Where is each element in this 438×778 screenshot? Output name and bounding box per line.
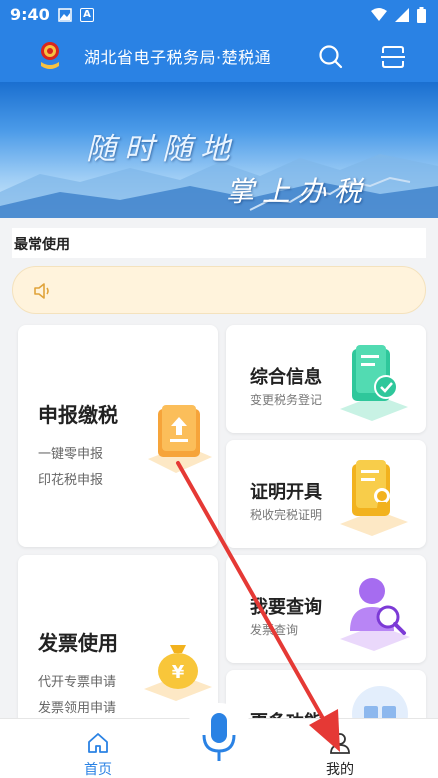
nav-home[interactable]: 首页 bbox=[72, 725, 124, 778]
card-invoice-item-2[interactable]: 发票领用申请 bbox=[38, 697, 116, 716]
card-declare-item-1[interactable]: 一键零申报 bbox=[38, 443, 103, 462]
scan-icon[interactable] bbox=[380, 44, 406, 70]
person-icon bbox=[330, 733, 350, 754]
card-query[interactable]: 我要查询 发票查询 bbox=[226, 555, 426, 663]
upload-folder-icon bbox=[148, 405, 212, 473]
card-declare-title: 申报缴税 bbox=[38, 403, 118, 427]
card-info-title: 综合信息 bbox=[250, 367, 322, 388]
user-search-icon bbox=[340, 578, 410, 651]
app-header: 湖北省电子税务局·楚税通 bbox=[0, 32, 438, 82]
banner-slogan-1: 随时随地 bbox=[86, 132, 238, 167]
card-general-info[interactable]: 综合信息 变更税务登记 bbox=[226, 325, 426, 433]
card-invoice-item-1[interactable]: 代开专票申请 bbox=[38, 671, 116, 690]
bottom-nav: 首页 我的 bbox=[0, 703, 438, 778]
money-bag-icon: ¥ bbox=[144, 645, 212, 701]
section-header: 最常使用 bbox=[12, 228, 426, 258]
nav-mine[interactable]: 我的 bbox=[314, 725, 366, 778]
microphone-icon bbox=[202, 713, 236, 761]
status-time: 9:40 bbox=[10, 5, 50, 24]
emblem-logo bbox=[41, 42, 59, 69]
font-a-icon: A bbox=[80, 8, 94, 22]
card-declare-tax[interactable]: 申报缴税 一键零申报 印花税申报 bbox=[18, 325, 218, 547]
card-certificate[interactable]: 证明开具 税收完税证明 bbox=[226, 440, 426, 548]
voice-button[interactable] bbox=[183, 703, 255, 775]
status-system-icons bbox=[371, 7, 426, 23]
card-declare-item-2[interactable]: 印花税申报 bbox=[38, 469, 103, 488]
card-info-subtitle[interactable]: 变更税务登记 bbox=[250, 391, 322, 408]
app-title: 湖北省电子税务局·楚税通 bbox=[84, 48, 272, 67]
image-icon bbox=[58, 8, 72, 22]
battery-icon bbox=[417, 7, 426, 23]
svg-text:¥: ¥ bbox=[172, 662, 185, 683]
nav-mine-label: 我的 bbox=[326, 762, 354, 778]
search-icon[interactable] bbox=[318, 44, 344, 70]
document-check-icon bbox=[340, 345, 408, 421]
status-bar: 9:40 A bbox=[0, 0, 438, 32]
card-invoice-title: 发票使用 bbox=[38, 631, 118, 655]
signal-icon bbox=[395, 8, 409, 22]
promo-banner[interactable]: 随时随地 掌上办税 bbox=[0, 82, 438, 218]
card-invoice[interactable]: 发票使用 代开专票申请 发票领用申请 ¥ bbox=[18, 555, 218, 725]
card-certificate-title: 证明开具 bbox=[250, 482, 322, 503]
wifi-icon bbox=[371, 8, 387, 21]
section-title: 最常使用 bbox=[14, 237, 70, 253]
banner-slogan-2: 掌上办税 bbox=[226, 175, 371, 208]
home-icon bbox=[88, 733, 108, 753]
certificate-icon bbox=[340, 460, 408, 536]
card-certificate-subtitle[interactable]: 税收完税证明 bbox=[250, 506, 322, 523]
card-query-subtitle[interactable]: 发票查询 bbox=[250, 621, 298, 638]
status-notification-icons: A bbox=[58, 8, 94, 22]
nav-home-label: 首页 bbox=[84, 762, 112, 778]
card-query-title: 我要查询 bbox=[250, 597, 322, 618]
speaker-icon bbox=[34, 283, 49, 299]
notice-bar[interactable] bbox=[12, 266, 426, 314]
